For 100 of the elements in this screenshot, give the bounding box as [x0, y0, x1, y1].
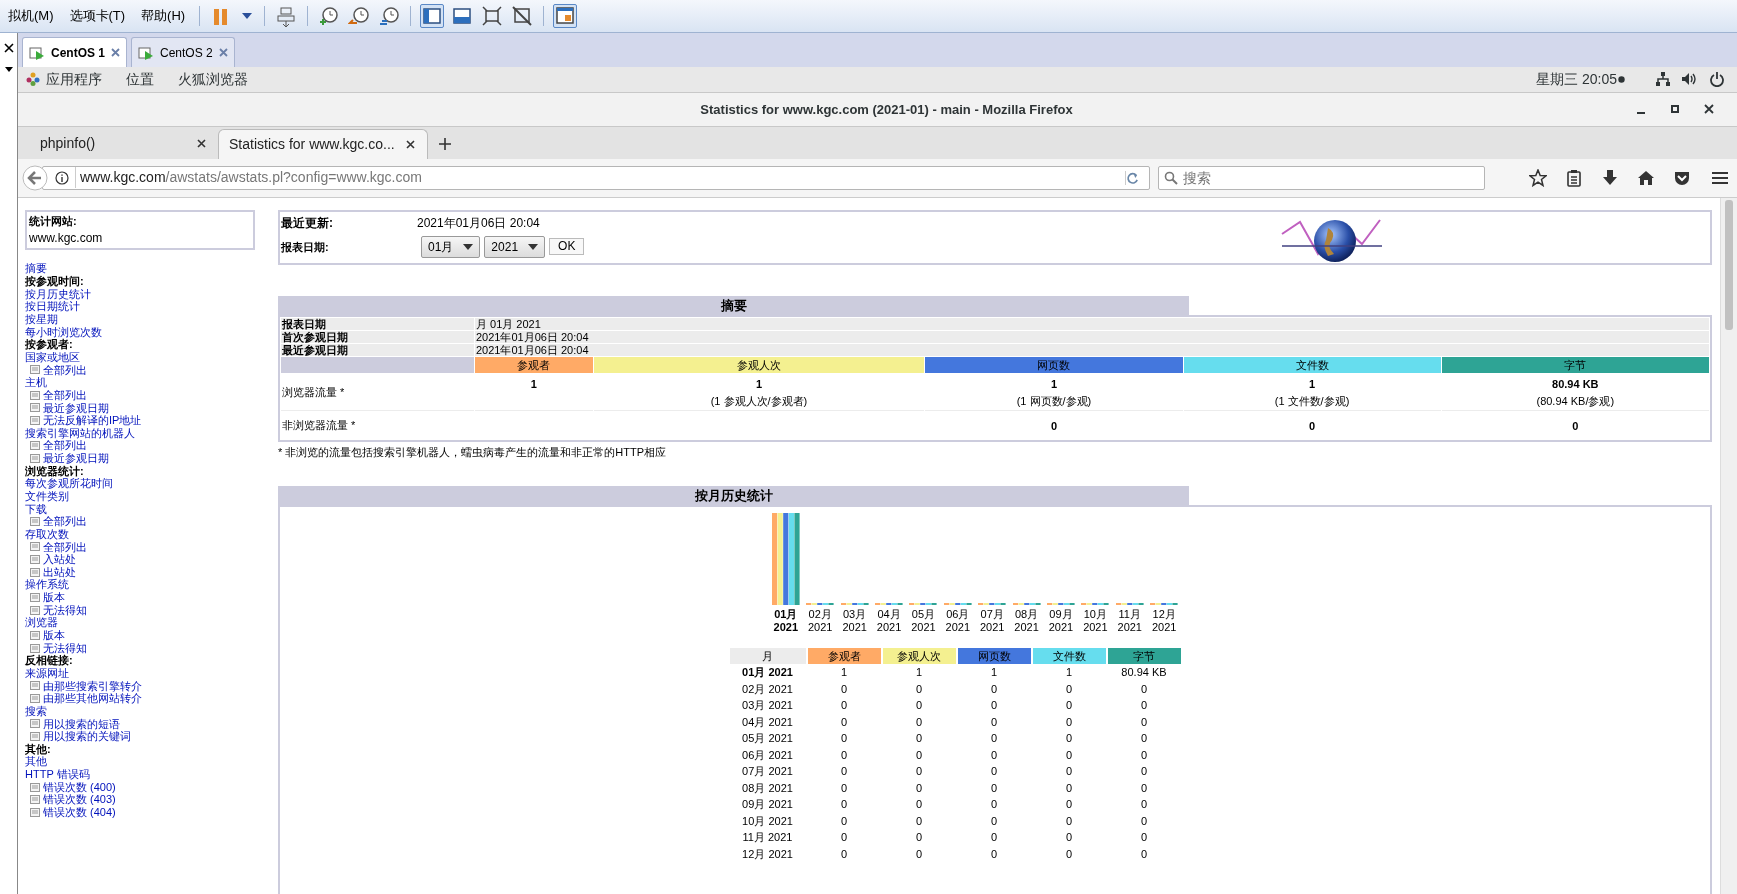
- sidebar-link[interactable]: 来源网址: [25, 666, 69, 679]
- close-icon[interactable]: [197, 139, 206, 149]
- sidebar-link[interactable]: 版本: [43, 629, 65, 642]
- ok-button[interactable]: OK: [549, 238, 585, 256]
- sidebar-link[interactable]: 出站处: [43, 565, 76, 579]
- chart-month-label: 05月 2021: [911, 607, 936, 634]
- network-icon[interactable]: [1655, 71, 1671, 88]
- sidebar-link[interactable]: 浏览器: [25, 616, 58, 629]
- sidebar-link[interactable]: 其他: [25, 755, 47, 768]
- bookmark-star-icon[interactable]: [1529, 168, 1547, 187]
- dropdown[interactable]: 01月: [421, 235, 481, 258]
- bar-group-drawing: [909, 602, 938, 605]
- sidebar-link[interactable]: 按星期: [25, 313, 58, 326]
- sidebar-link[interactable]: 搜索: [25, 704, 47, 717]
- maximize-icon[interactable]: [1669, 103, 1681, 116]
- sidebar-link[interactable]: 错误次数 (404): [43, 806, 116, 819]
- sidebar-link[interactable]: 主机: [25, 376, 47, 389]
- table-cell-text: 0: [1139, 797, 1149, 813]
- close-icon[interactable]: [3, 43, 14, 53]
- sidebar-link[interactable]: 无法反解译的IP地址: [43, 414, 142, 427]
- table-cell-text: 0: [1064, 830, 1074, 846]
- sidebar-link[interactable]: 操作系统: [25, 578, 69, 591]
- sidebar-link[interactable]: 用以搜索的短语: [43, 717, 120, 731]
- vm-tab[interactable]: CentOS 2: [131, 37, 235, 67]
- sidebar-link[interactable]: HTTP 错误码: [25, 768, 90, 781]
- toolbar-button[interactable]: [553, 4, 578, 28]
- sidebar-link[interactable]: 入站处: [43, 553, 76, 566]
- table-cell-text: 1: [989, 665, 999, 681]
- sidebar-link[interactable]: 由那些搜索引擎转介: [43, 679, 142, 693]
- toolbar-button[interactable]: [377, 4, 402, 28]
- sidebar-link[interactable]: 错误次数 (400): [43, 780, 116, 794]
- dot-icon: [1618, 75, 1625, 83]
- menu-item[interactable]: 火狐浏览器: [178, 68, 248, 90]
- table-cell-text: 0: [1139, 780, 1149, 796]
- sidebar-link[interactable]: 全部列出: [43, 363, 87, 377]
- menu-item[interactable]: 位置: [126, 68, 154, 90]
- sidebar-heading: 浏览器统计:: [25, 464, 84, 477]
- browser-tab[interactable]: phpinfo(): [18, 128, 218, 159]
- back-icon[interactable]: [22, 164, 48, 191]
- column-header: 参观者: [807, 647, 881, 665]
- sidebar-link[interactable]: 无法得知: [43, 603, 87, 617]
- table-cell-text: 0: [914, 830, 924, 846]
- sidebar-link[interactable]: 按日期统计: [25, 300, 80, 313]
- column-header: 参观人次: [593, 356, 925, 374]
- sidebar-link[interactable]: 每小时浏览次数: [25, 325, 102, 338]
- toolbar-button[interactable]: [480, 4, 505, 28]
- last-update-text: 2021年01月06日 20:04: [417, 214, 540, 232]
- menu-item[interactable]: 应用程序: [46, 68, 102, 90]
- browser-tab[interactable]: Statistics for www.kgc.co...: [218, 128, 428, 159]
- power-icon[interactable]: [1709, 71, 1725, 88]
- table-cell-text: 0: [914, 714, 924, 730]
- dropdown[interactable]: 2021: [484, 235, 546, 258]
- toolbar-button[interactable]: [420, 4, 445, 28]
- sidebar-link[interactable]: 全部列出: [43, 515, 87, 528]
- section-title: 按月历史统计: [278, 485, 1189, 505]
- document-icon: [30, 542, 40, 552]
- document-icon: [30, 643, 40, 653]
- bar-group-drawing: [978, 602, 1007, 605]
- sidebar-link[interactable]: 由那些其他网站转介: [43, 692, 142, 705]
- table-cell-text: 0: [1064, 731, 1074, 747]
- sidebar-link[interactable]: 版本: [43, 591, 65, 604]
- app-menu-icon[interactable]: [26, 72, 40, 87]
- sidebar-link[interactable]: 每次参观所花时间: [25, 477, 113, 490]
- menu-item[interactable]: 选项卡(T): [61, 6, 134, 26]
- window-title: Statistics for www.kgc.com (2021-01) - main - Mozilla Firefox: [699, 100, 1074, 119]
- sidebar-link[interactable]: 按月历史统计: [25, 287, 91, 300]
- sidebar-link[interactable]: 国家或地区: [25, 350, 80, 363]
- table-cell-text: 0: [1139, 846, 1149, 862]
- sidebar-link[interactable]: 错误次数 (403): [43, 793, 116, 807]
- scrollbar-thumb[interactable]: [1725, 199, 1733, 330]
- menu-item[interactable]: 拟机(M): [0, 6, 62, 26]
- sidebar-link[interactable]: 最近参观日期: [43, 452, 109, 465]
- table-cell-text: 0: [989, 813, 999, 829]
- table-cell-text: 0: [839, 780, 849, 796]
- address-bar[interactable]: www.kgc.com/awstats/awstats.pl?config=www.kgc.com: [42, 165, 1150, 190]
- vm-tab[interactable]: CentOS 1: [22, 37, 127, 67]
- sidebar-link[interactable]: 搜索引擎网站的机器人: [25, 426, 135, 439]
- sidebar-link[interactable]: 存取次数: [25, 527, 69, 540]
- sidebar-link[interactable]: 文件类别: [25, 490, 69, 502]
- menu-item[interactable]: 帮助(H): [133, 6, 194, 26]
- sidebar-link[interactable]: 无法得知: [43, 641, 87, 655]
- home-icon[interactable]: [1637, 168, 1655, 187]
- reload-icon[interactable]: [1125, 170, 1139, 185]
- sidebar-icon: [421, 5, 444, 27]
- sidebar-link[interactable]: 全部列出: [43, 540, 87, 554]
- sidebar-link[interactable]: 最近参观日期: [43, 401, 109, 415]
- sidebar-link[interactable]: 全部列出: [43, 439, 87, 453]
- clock-text[interactable]: 星期三 20:05: [1536, 68, 1617, 90]
- close-icon[interactable]: [406, 139, 415, 149]
- sidebar-link[interactable]: 全部列出: [43, 388, 87, 402]
- download-icon[interactable]: [1601, 168, 1619, 187]
- month-cell-text: 07月 2021: [741, 764, 794, 780]
- sidebar-link[interactable]: 用以搜索的关键词: [43, 730, 131, 743]
- clipboard-icon[interactable]: [1565, 168, 1583, 187]
- close-icon[interactable]: [1703, 103, 1715, 116]
- dropdown-icon[interactable]: [3, 65, 14, 73]
- new-tab-icon[interactable]: [438, 136, 452, 151]
- sidebar-link[interactable]: 下载: [25, 502, 47, 515]
- search-field[interactable]: 搜索: [1158, 165, 1485, 190]
- sidebar-link[interactable]: 摘要: [25, 262, 47, 275]
